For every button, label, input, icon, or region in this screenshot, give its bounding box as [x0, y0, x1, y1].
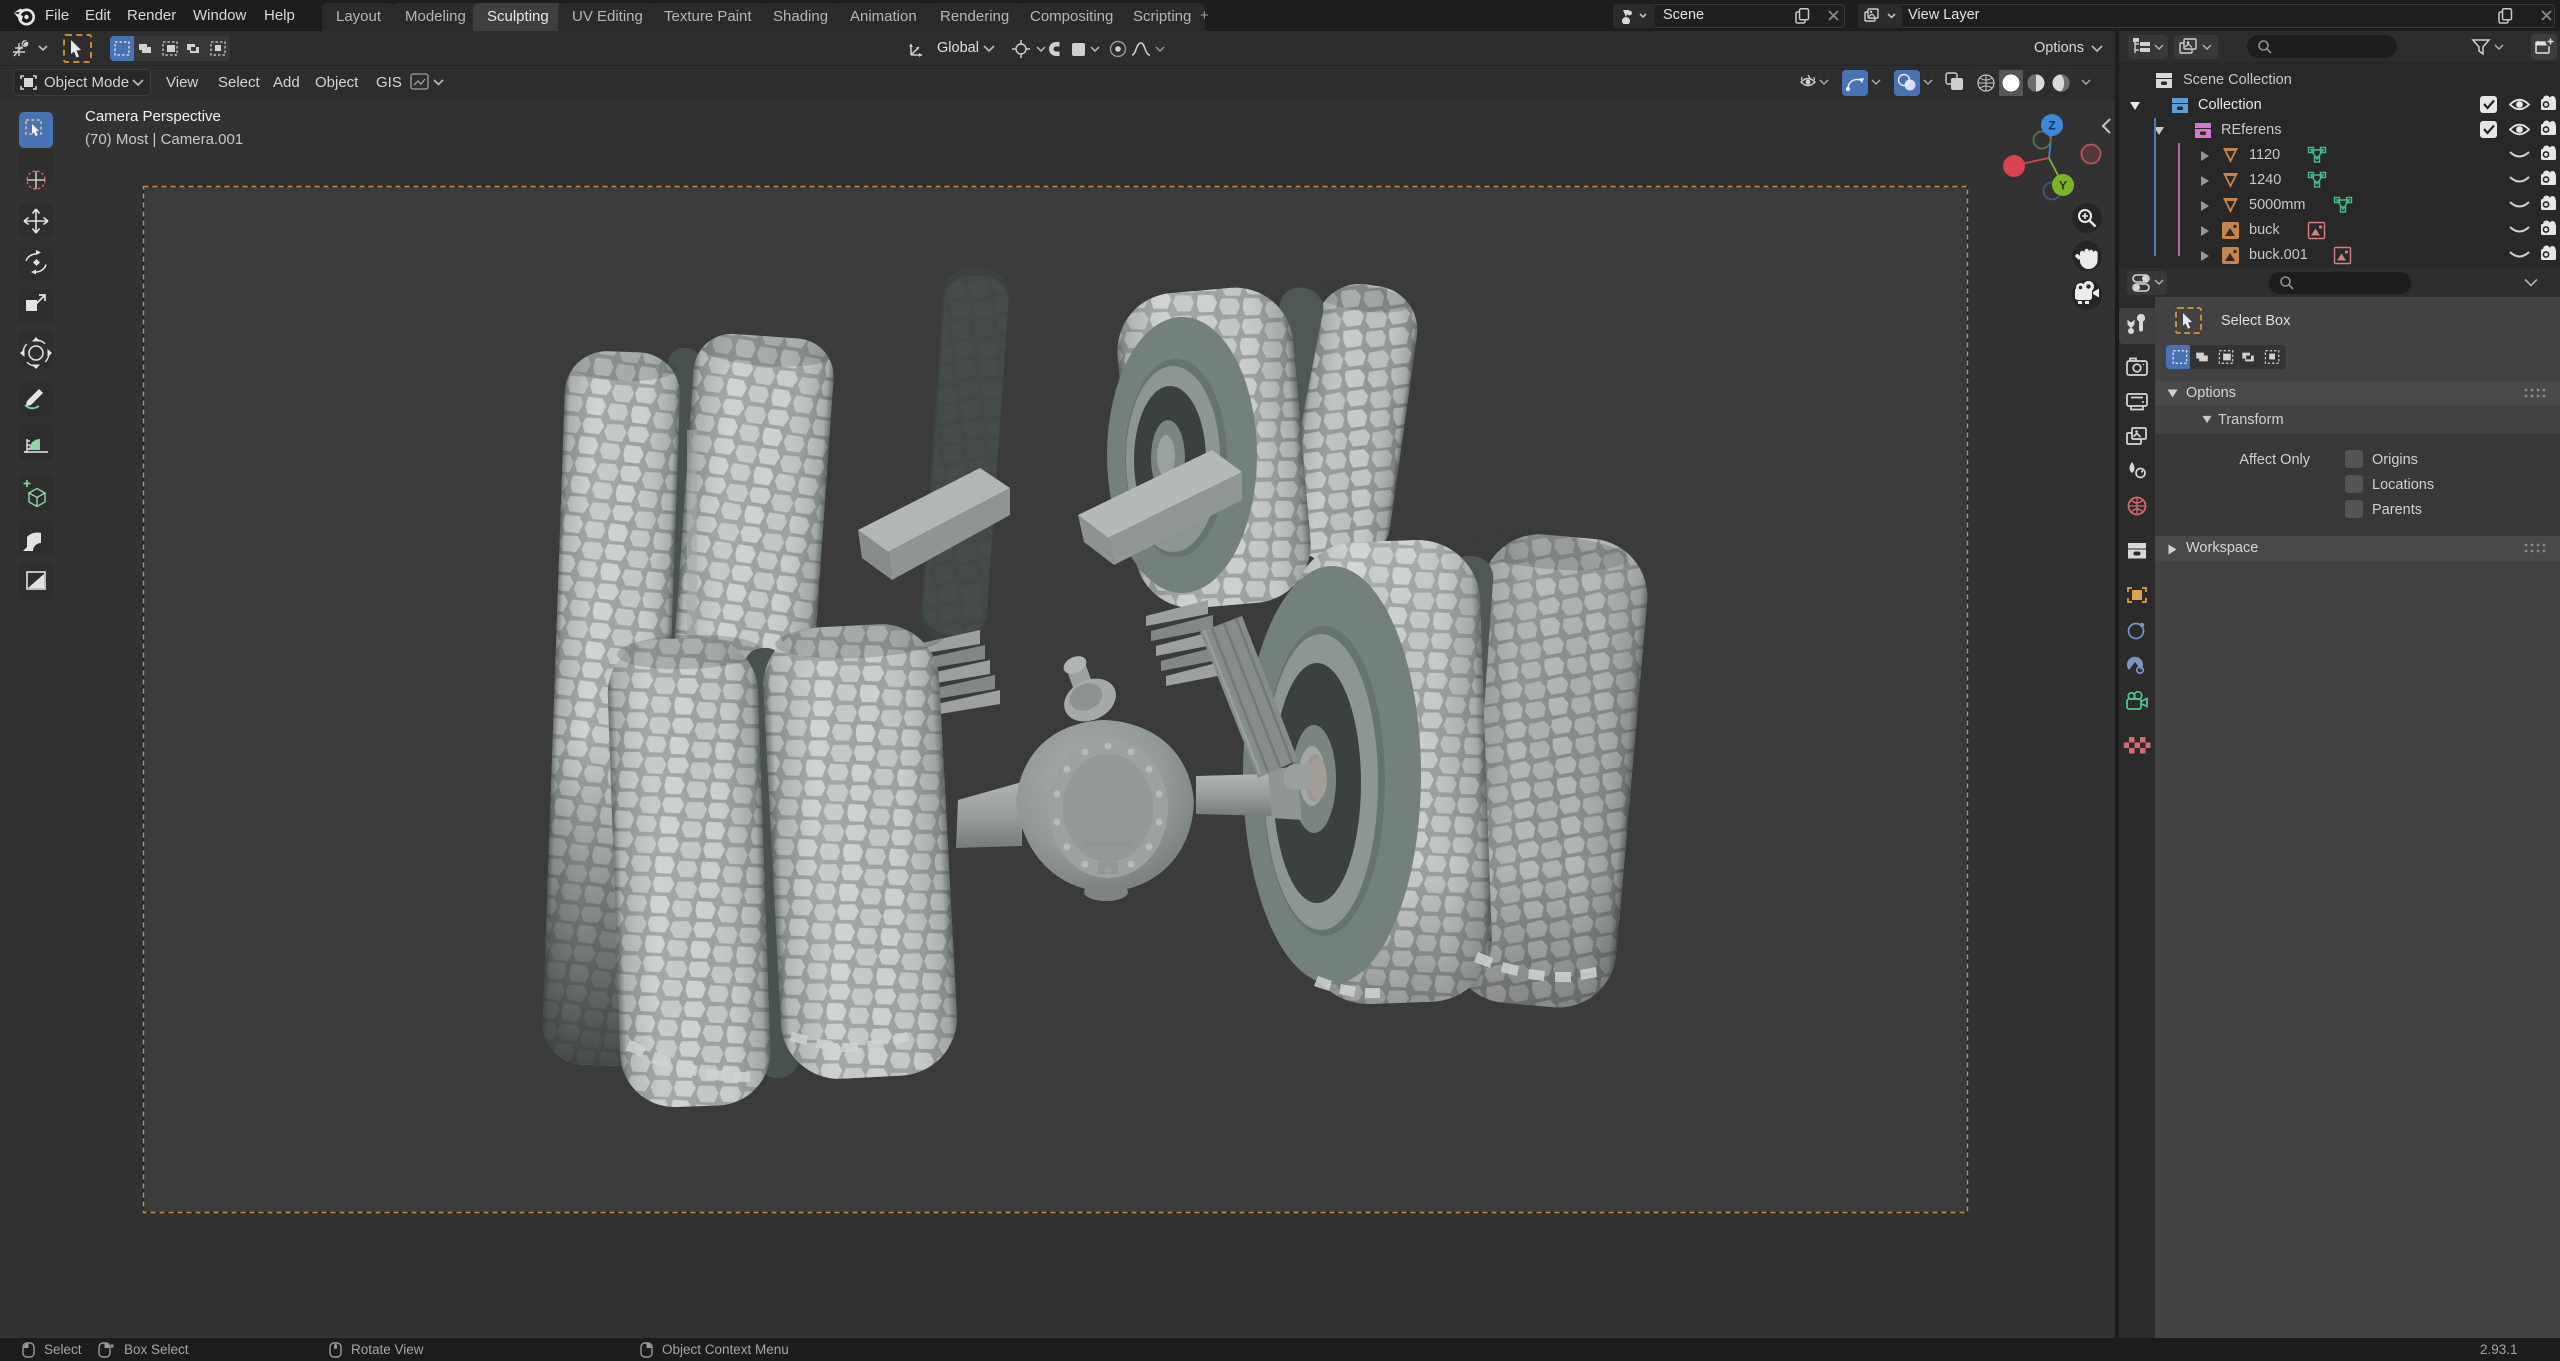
svg-text:Y: Y	[2059, 179, 2067, 193]
svg-text:Z: Z	[2048, 119, 2055, 133]
